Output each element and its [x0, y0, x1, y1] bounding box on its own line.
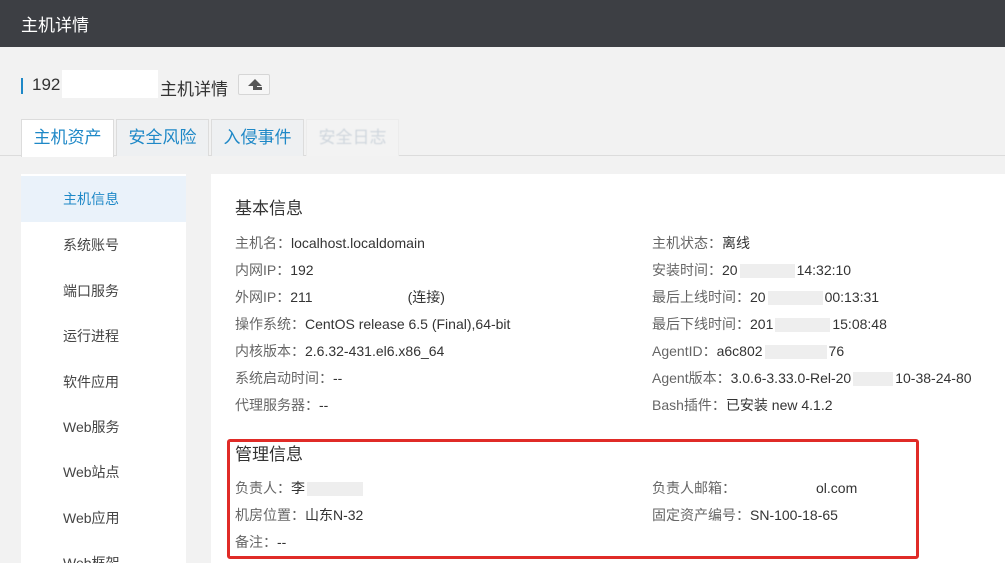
kernel-field: 内核版本：2.6.32-431.el6.x86_64: [235, 343, 445, 359]
sidebar-item-web-sites[interactable]: Web站点: [21, 449, 186, 495]
redacted-value: [307, 482, 363, 497]
host-header: 192 主机详情: [0, 68, 1005, 104]
host-detail-title: 主机详情: [160, 80, 228, 99]
sidebar-item-software[interactable]: 软件应用: [21, 359, 186, 405]
back-button[interactable]: [238, 74, 270, 95]
top-bar: 主机详情: [0, 0, 1005, 47]
up-arrow-icon: [248, 79, 262, 90]
app-title: 主机详情: [21, 16, 89, 35]
redacted-value: [739, 264, 795, 279]
redacted-value: [764, 345, 827, 360]
sidebar-item-web-services[interactable]: Web服务: [21, 404, 186, 450]
main-content: 基本信息 主机名：localhost.localdomain 内网IP：192 …: [211, 174, 1005, 563]
owner-field: 负责人：李: [235, 478, 363, 498]
agent-id-field: AgentID：a6c802 76: [652, 343, 845, 360]
proxy-field: 代理服务器：--: [235, 397, 329, 413]
tab-security-logs[interactable]: 安全日志: [306, 119, 399, 156]
bash-plugin-field: Bash插件：已安装 new 4.1.2: [652, 397, 833, 413]
os-field: 操作系统：CentOS release 6.5 (Final),64-bit: [235, 316, 511, 332]
tab-host-assets[interactable]: 主机资产: [21, 119, 114, 157]
redacted-value: [775, 318, 831, 333]
host-status-field: 主机状态：离线: [652, 235, 750, 251]
tab-intrusion-events[interactable]: 入侵事件: [211, 119, 304, 156]
note-field: 备注：--: [235, 534, 287, 550]
asset-number-field: 固定资产编号：SN-100-18-65: [652, 507, 838, 523]
sidebar-item-processes[interactable]: 运行进程: [21, 313, 186, 359]
sidebar-item-host-info[interactable]: 主机信息: [21, 176, 186, 222]
basic-info-title: 基本信息: [235, 199, 303, 218]
tab-security-risk[interactable]: 安全风险: [116, 119, 209, 156]
sidebar-item-web-apps[interactable]: Web应用: [21, 495, 186, 541]
redacted-ip: [62, 70, 158, 98]
host-ip: 192: [32, 75, 61, 94]
last-online-field: 最后上线时间：20 00:13:31: [652, 289, 880, 306]
title-accent-bar: [21, 78, 23, 94]
sidebar-item-port-services[interactable]: 端口服务: [21, 268, 186, 314]
management-info-title: 管理信息: [235, 445, 303, 464]
redacted-value: [853, 372, 894, 387]
tab-bar: 主机资产 安全风险 入侵事件 安全日志: [0, 119, 1005, 157]
owner-email-field: 负责人邮箱： ol.com: [652, 480, 858, 496]
intranet-ip-field: 内网IP：192: [235, 262, 314, 278]
sidebar-item-system-accounts[interactable]: 系统账号: [21, 222, 186, 268]
hostname-field: 主机名：localhost.localdomain: [235, 235, 425, 251]
boot-time-field: 系统启动时间：--: [235, 370, 343, 386]
install-time-field: 安装时间：20 14:32:10: [652, 262, 852, 279]
agent-version-field: Agent版本：3.0.6-3.33.0-Rel-20 10-38-24-80: [652, 370, 972, 387]
sidebar-item-web-frameworks[interactable]: Web框架: [21, 540, 186, 563]
extranet-ip-field: 外网IP：211 (连接): [235, 289, 445, 305]
last-offline-field: 最后下线时间：201 15:08:48: [652, 316, 887, 333]
room-field: 机房位置：山东N-32: [235, 507, 364, 523]
redacted-value: [767, 291, 823, 306]
sidebar: 主机信息 系统账号 端口服务 运行进程 软件应用 Web服务 Web站点 Web…: [21, 174, 186, 563]
